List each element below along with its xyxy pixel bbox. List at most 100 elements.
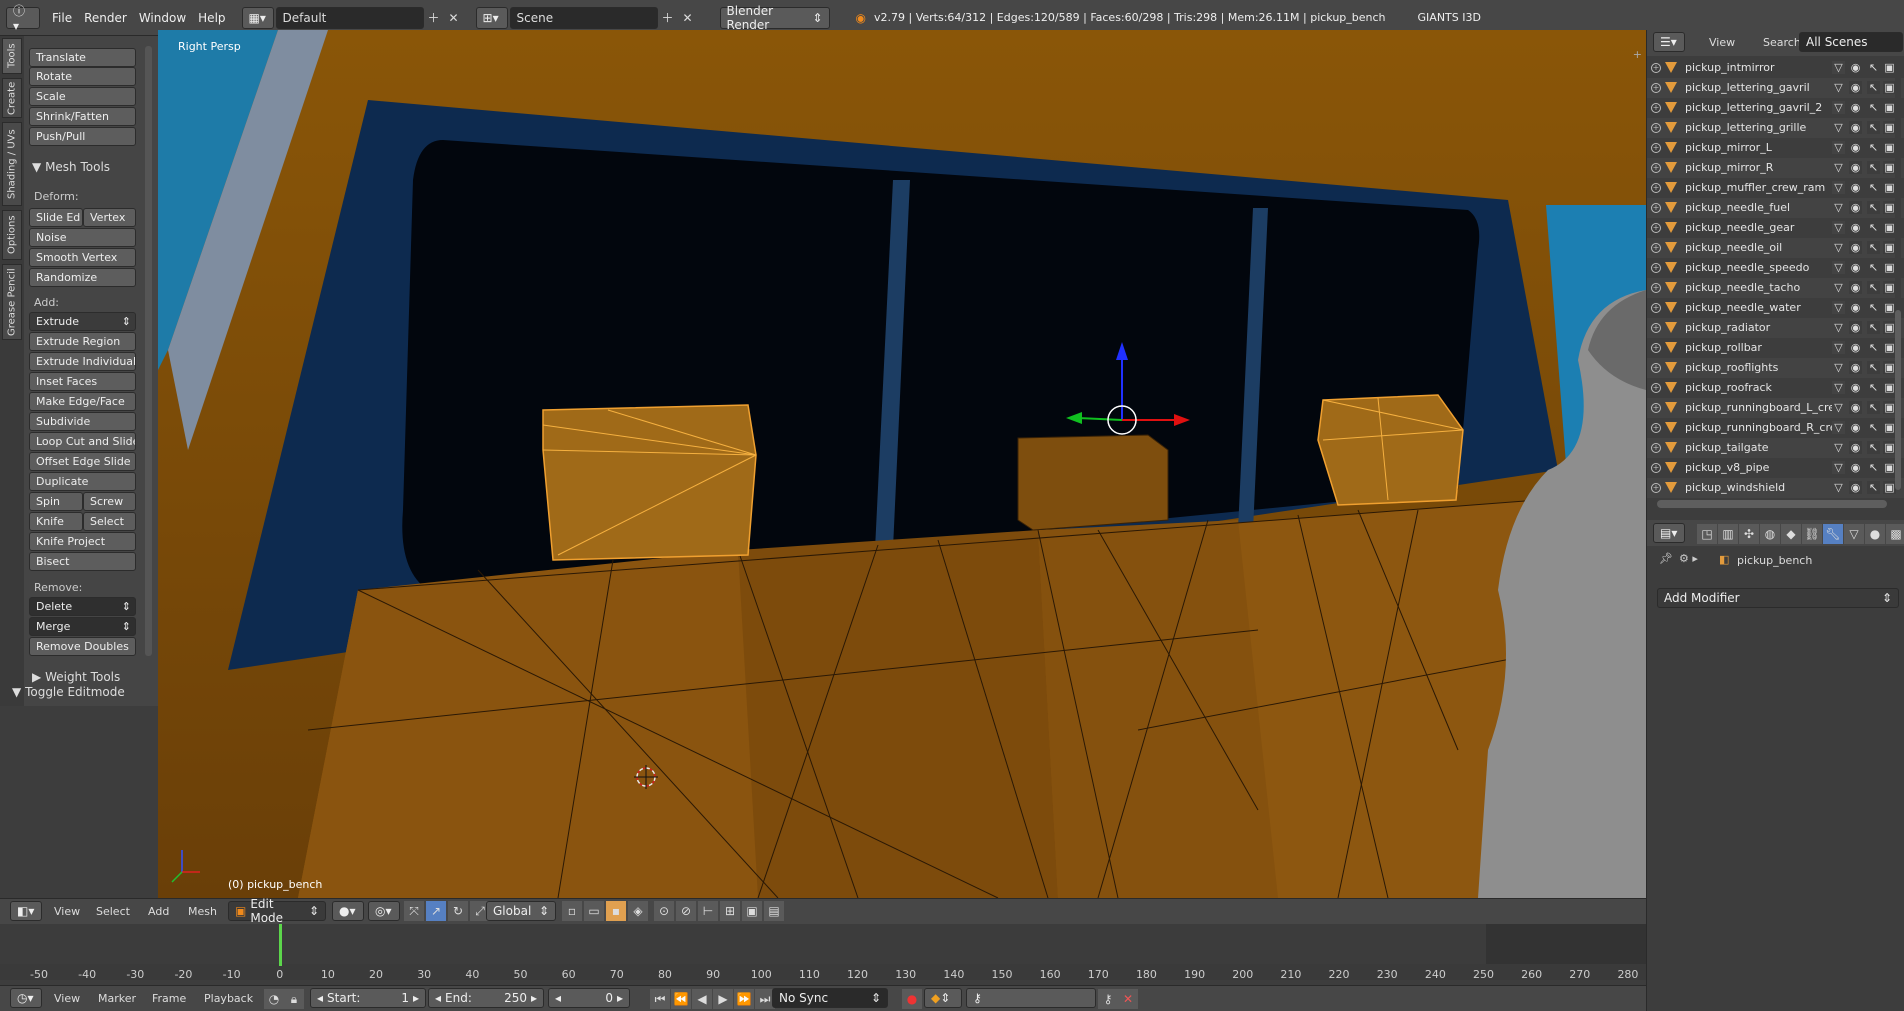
- snap-target-icon[interactable]: ⊞: [720, 901, 740, 921]
- outliner-row[interactable]: + pickup_lettering_gavril ▽ ◉ ↖ ▣: [1647, 78, 1904, 98]
- outliner-item-name[interactable]: pickup_runningboard_L_crew: [1685, 401, 1844, 414]
- keying-set-field[interactable]: ⚷: [966, 988, 1096, 1008]
- render-tab-icon[interactable]: ◳: [1697, 524, 1717, 544]
- render-icon[interactable]: ▣: [742, 901, 762, 921]
- outliner-item-name[interactable]: pickup_intmirror: [1685, 61, 1775, 74]
- add-modifier-dropdown[interactable]: Add Modifier ⇕: [1657, 588, 1899, 608]
- selectable-cursor-icon[interactable]: ↖: [1867, 261, 1880, 274]
- visibility-eye-icon[interactable]: ◉: [1849, 141, 1862, 154]
- selectable-cursor-icon[interactable]: ↖: [1867, 481, 1880, 494]
- visibility-eye-icon[interactable]: ◉: [1849, 61, 1862, 74]
- menu-marker[interactable]: Marker: [98, 992, 136, 1005]
- current-frame-field[interactable]: ◂ 0 ▸: [548, 988, 630, 1008]
- visibility-eye-icon[interactable]: ◉: [1849, 221, 1862, 234]
- record-icon[interactable]: ●: [902, 989, 922, 1009]
- outliner-row[interactable]: + pickup_needle_speedo ▽ ◉ ↖ ▣: [1647, 258, 1904, 278]
- tool-shelf-scrollbar[interactable]: [145, 46, 152, 656]
- visibility-eye-icon[interactable]: ◉: [1849, 321, 1862, 334]
- data-tab-icon[interactable]: ▽: [1844, 524, 1864, 544]
- visibility-eye-icon[interactable]: ◉: [1849, 461, 1862, 474]
- scale-button[interactable]: Scale: [29, 87, 136, 106]
- outliner-row[interactable]: + pickup_needle_fuel ▽ ◉ ↖ ▣: [1647, 198, 1904, 218]
- add-scene-icon[interactable]: ＋: [658, 8, 678, 28]
- knife-button[interactable]: Knife: [29, 512, 83, 531]
- scene-icon[interactable]: ⊞▾: [475, 6, 508, 29]
- giants-i3d-label[interactable]: GIANTS I3D: [1418, 11, 1481, 24]
- outliner-row[interactable]: + pickup_lettering_grille ▽ ◉ ↖ ▣: [1647, 118, 1904, 138]
- expand-icon[interactable]: +: [1651, 323, 1661, 333]
- face-select-icon[interactable]: ▪: [606, 901, 626, 921]
- selectable-cursor-icon[interactable]: ↖: [1867, 321, 1880, 334]
- knife-project-button[interactable]: Knife Project: [29, 532, 136, 551]
- selectable-cursor-icon[interactable]: ↖: [1867, 241, 1880, 254]
- menu-render[interactable]: Render: [84, 11, 127, 25]
- knife-select-button[interactable]: Select: [83, 512, 136, 531]
- outliner-row[interactable]: + pickup_needle_water ▽ ◉ ↖ ▣: [1647, 298, 1904, 318]
- selectable-cursor-icon[interactable]: ↖: [1867, 401, 1880, 414]
- visibility-eye-icon[interactable]: ◉: [1849, 241, 1862, 254]
- merge-dropdown[interactable]: Merge ⇕: [29, 617, 136, 636]
- outliner-row[interactable]: + pickup_lettering_gavril_2 ▽ ◉ ↖ ▣: [1647, 98, 1904, 118]
- outliner-row[interactable]: + pickup_windshield ▽ ◉ ↖ ▣: [1647, 478, 1904, 498]
- visibility-eye-icon[interactable]: ◉: [1849, 381, 1862, 394]
- expand-icon[interactable]: +: [1651, 483, 1661, 493]
- outliner-row[interactable]: + pickup_runningboard_R_crew ▽ ◉ ↖ ▣: [1647, 418, 1904, 438]
- jump-start-icon[interactable]: ⏮: [650, 989, 670, 1009]
- transform-orientation-select[interactable]: Global ⇕: [486, 901, 556, 921]
- outliner-item-name[interactable]: pickup_needle_speedo: [1685, 261, 1809, 274]
- texture-tab-icon[interactable]: ▩: [1886, 524, 1904, 544]
- rotate-manipulator-icon[interactable]: ↻: [448, 901, 468, 921]
- display-mode-select[interactable]: All Scenes: [1799, 32, 1903, 52]
- loop-cut-slide-button[interactable]: Loop Cut and Slide: [29, 432, 136, 451]
- expand-icon[interactable]: +: [1651, 383, 1661, 393]
- selectable-cursor-icon[interactable]: ↖: [1867, 61, 1880, 74]
- toggle-editmode-panel-header[interactable]: ▼ Toggle Editmode: [12, 685, 125, 699]
- expand-icon[interactable]: +: [1651, 443, 1661, 453]
- outliner-row[interactable]: + pickup_needle_gear ▽ ◉ ↖ ▣: [1647, 218, 1904, 238]
- menu-help[interactable]: Help: [198, 11, 225, 25]
- visibility-eye-icon[interactable]: ◉: [1849, 161, 1862, 174]
- selectable-cursor-icon[interactable]: ↖: [1867, 341, 1880, 354]
- tab-create[interactable]: Create: [2, 78, 22, 118]
- selectable-cursor-icon[interactable]: ↖: [1867, 221, 1880, 234]
- translate-manipulator-icon[interactable]: ↗: [426, 901, 446, 921]
- duplicate-button[interactable]: Duplicate: [29, 472, 136, 491]
- tab-options[interactable]: Options: [2, 210, 22, 260]
- visibility-eye-icon[interactable]: ◉: [1849, 301, 1862, 314]
- selectable-cursor-icon[interactable]: ↖: [1867, 141, 1880, 154]
- outliner-row[interactable]: + pickup_roofrack ▽ ◉ ↖ ▣: [1647, 378, 1904, 398]
- selectable-cursor-icon[interactable]: ↖: [1867, 361, 1880, 374]
- menu-mesh[interactable]: Mesh: [188, 905, 217, 918]
- remove-scene-icon[interactable]: ✕: [678, 8, 698, 28]
- tab-shading-uvs[interactable]: Shading / UVs: [2, 122, 22, 206]
- visibility-eye-icon[interactable]: ◉: [1849, 401, 1862, 414]
- timeline[interactable]: -50 -40 -30 -20 -10 0 10 20 30 40 50 60 70 80 90 100 110…: [0, 924, 1646, 981]
- outliner-item-name[interactable]: pickup_needle_water: [1685, 301, 1801, 314]
- outliner-row[interactable]: + pickup_runningboard_L_crew ▽ ◉ ↖ ▣: [1647, 398, 1904, 418]
- expand-region-icon[interactable]: +: [1633, 48, 1642, 61]
- mesh-tools-panel-header[interactable]: ▼ Mesh Tools: [32, 160, 110, 174]
- outliner-item-name[interactable]: pickup_runningboard_R_crew: [1685, 421, 1846, 434]
- expand-icon[interactable]: +: [1651, 303, 1661, 313]
- delete-dropdown[interactable]: Delete ⇕: [29, 597, 136, 616]
- visibility-eye-icon[interactable]: ◉: [1849, 481, 1862, 494]
- selectable-cursor-icon[interactable]: ↖: [1867, 201, 1880, 214]
- selectable-cursor-icon[interactable]: ↖: [1867, 281, 1880, 294]
- visibility-eye-icon[interactable]: ◉: [1849, 361, 1862, 374]
- visibility-eye-icon[interactable]: ◉: [1849, 281, 1862, 294]
- outliner-item-name[interactable]: pickup_roofrack: [1685, 381, 1772, 394]
- expand-icon[interactable]: +: [1651, 183, 1661, 193]
- visibility-eye-icon[interactable]: ◉: [1849, 101, 1862, 114]
- render-engine-select[interactable]: Blender Render ⇕: [719, 4, 830, 32]
- outliner-item-name[interactable]: pickup_lettering_gavril_2: [1685, 101, 1822, 114]
- selectable-cursor-icon[interactable]: ↖: [1867, 301, 1880, 314]
- outliner-row[interactable]: + pickup_v8_pipe ▽ ◉ ↖ ▣: [1647, 458, 1904, 478]
- snap-icon[interactable]: ⊘: [676, 901, 696, 921]
- randomize-button[interactable]: Randomize: [29, 268, 136, 287]
- expand-icon[interactable]: +: [1651, 143, 1661, 153]
- properties-editor-type[interactable]: ▤▾: [1653, 523, 1685, 543]
- remove-layout-icon[interactable]: ✕: [444, 8, 464, 28]
- preview-range-icon[interactable]: ◔: [264, 989, 284, 1009]
- vertex-select-icon[interactable]: ▫: [562, 901, 582, 921]
- outliner-hscrollbar[interactable]: [1657, 500, 1887, 508]
